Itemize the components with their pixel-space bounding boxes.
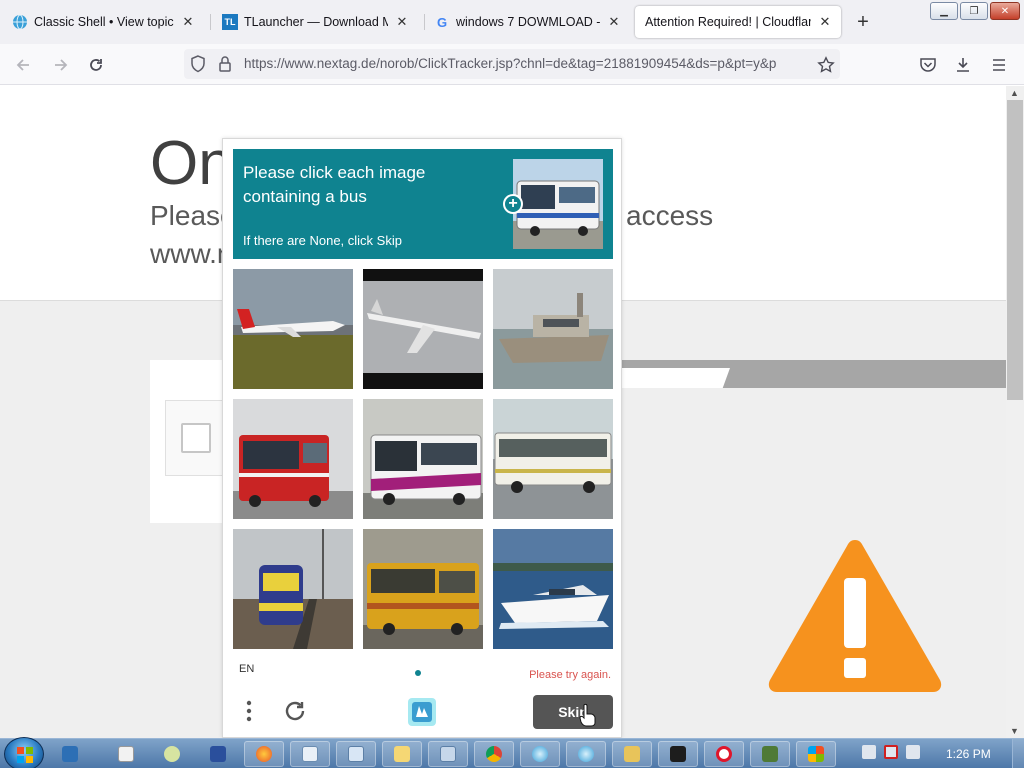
- tab-tlauncher[interactable]: TL TLauncher — Download Min ✕: [214, 6, 418, 38]
- more-options-icon[interactable]: [239, 697, 259, 725]
- tab-cloudflare[interactable]: Attention Required! | Cloudflare ✕: [635, 6, 841, 38]
- tlauncher-icon: TL: [222, 14, 238, 30]
- page-indicator-dot: [415, 670, 421, 676]
- close-tab-icon[interactable]: ✕: [606, 14, 622, 30]
- start-button[interactable]: [4, 737, 44, 768]
- captcha-checkbox[interactable]: [181, 423, 211, 453]
- powershell-taskbar-icon[interactable]: [198, 741, 238, 767]
- tab-title: TLauncher — Download Min: [244, 15, 388, 29]
- firefox-taskbar-icon[interactable]: [244, 741, 284, 767]
- refresh-challenge-icon[interactable]: [283, 699, 307, 723]
- document-taskbar-icon[interactable]: [336, 741, 376, 767]
- url-text: https://www.nextag.de/norob/ClickTracker…: [244, 56, 777, 71]
- address-bar[interactable]: https://www.nextag.de/norob/ClickTracker…: [184, 49, 840, 79]
- app-taskbar-icon[interactable]: [428, 741, 468, 767]
- error-message: Please try again.: [529, 669, 611, 681]
- show-desktop-taskbar-icon[interactable]: [50, 741, 90, 767]
- pocket-icon[interactable]: [917, 54, 939, 76]
- close-window-button[interactable]: ✕: [990, 2, 1020, 20]
- action-center-icon[interactable]: [862, 745, 876, 759]
- prompt-subtitle: If there are None, click Skip: [243, 233, 402, 248]
- hand-cursor-icon: [579, 703, 597, 727]
- close-tab-icon[interactable]: ✕: [180, 14, 196, 30]
- maximize-button[interactable]: ❐: [960, 2, 988, 20]
- hcaptcha-logo-icon[interactable]: [405, 695, 439, 729]
- tab-bar: Classic Shell • View topic - St ✕ TL TLa…: [0, 0, 1024, 44]
- bookmark-star-icon[interactable]: [815, 54, 837, 76]
- motorboat-image[interactable]: [493, 529, 613, 649]
- skip-button[interactable]: Skip: [533, 695, 613, 729]
- minimize-button[interactable]: ▁: [930, 2, 958, 20]
- scroll-down-arrow-icon[interactable]: ▼: [1010, 726, 1019, 736]
- minecraft-taskbar-icon[interactable]: [750, 741, 790, 767]
- windows-taskbar-icon[interactable]: [796, 741, 836, 767]
- challenge-prompt: Please click each image containing a bus…: [233, 149, 613, 259]
- folder-taskbar-icon[interactable]: [382, 741, 422, 767]
- warning-icon: [768, 540, 942, 692]
- vertical-scrollbar[interactable]: ▲ ▼: [1006, 86, 1024, 738]
- network-icon[interactable]: [884, 745, 898, 759]
- tab-classic-shell[interactable]: Classic Shell • View topic - St ✕: [4, 6, 204, 38]
- close-tab-icon[interactable]: ✕: [394, 14, 410, 30]
- taskbar: 1:26 PM: [0, 737, 1024, 768]
- system-tray: [862, 745, 920, 759]
- example-bus-image[interactable]: [513, 159, 603, 249]
- tab-google-search[interactable]: G windows 7 DOWMLOAD - Go ✕: [426, 6, 630, 38]
- opera-taskbar-icon[interactable]: [704, 741, 744, 767]
- close-tab-icon[interactable]: ✕: [817, 14, 833, 30]
- site-domain: www.n: [150, 238, 233, 269]
- airplane-flying-image[interactable]: [363, 269, 483, 389]
- taskbar-clock[interactable]: 1:26 PM: [946, 747, 991, 761]
- hamburger-menu-icon[interactable]: [988, 54, 1010, 76]
- new-tab-button[interactable]: +: [852, 12, 874, 34]
- shield-icon[interactable]: [190, 55, 206, 78]
- scrollbar-thumb[interactable]: [1007, 100, 1023, 400]
- captcha-challenge-dialog: Please click each image containing a bus…: [222, 138, 622, 738]
- volume-icon[interactable]: [906, 745, 920, 759]
- app-taskbar-icon[interactable]: [106, 741, 146, 767]
- show-desktop-button[interactable]: [1012, 739, 1024, 768]
- google-icon: G: [436, 14, 448, 30]
- tab-title: windows 7 DOWMLOAD - Go: [456, 15, 600, 29]
- reload-icon[interactable]: [85, 54, 107, 76]
- tab-title: Attention Required! | Cloudflare: [645, 15, 811, 29]
- navigation-bar: https://www.nextag.de/norob/ClickTracker…: [0, 44, 1024, 85]
- tab-title: Classic Shell • View topic - St: [34, 15, 174, 29]
- globe-icon: [12, 14, 28, 30]
- boat-dock-image[interactable]: [493, 269, 613, 389]
- page-title: On: [150, 129, 233, 198]
- classic-shell-taskbar-icon[interactable]: [566, 741, 606, 767]
- prompt-title: Please click each image containing a bus: [243, 163, 426, 206]
- airplane-runway-image[interactable]: [233, 269, 353, 389]
- classic-shell-taskbar-icon[interactable]: [520, 741, 560, 767]
- train-image[interactable]: [233, 529, 353, 649]
- white-bus-side-image[interactable]: [493, 399, 613, 519]
- lock-icon[interactable]: [218, 55, 232, 78]
- window-controls: ▁ ❐ ✕: [930, 2, 1020, 20]
- 7zip-taskbar-icon[interactable]: [658, 741, 698, 767]
- app-taskbar-icon[interactable]: [152, 741, 192, 767]
- white-bus-image[interactable]: [363, 399, 483, 519]
- page-subtitle-end: access: [626, 200, 714, 231]
- back-arrow-icon[interactable]: [12, 54, 34, 76]
- decorative-bar-notch: [614, 368, 730, 388]
- yellow-bus-image[interactable]: [363, 529, 483, 649]
- notepad-taskbar-icon[interactable]: [290, 741, 330, 767]
- chrome-taskbar-icon[interactable]: [474, 741, 514, 767]
- scroll-up-arrow-icon[interactable]: ▲: [1010, 88, 1019, 98]
- downloads-icon[interactable]: [952, 54, 974, 76]
- language-selector[interactable]: EN: [239, 663, 254, 675]
- forward-arrow-icon[interactable]: [50, 54, 72, 76]
- expand-example-icon[interactable]: +: [503, 194, 523, 214]
- red-bus-image[interactable]: [233, 399, 353, 519]
- explorer-taskbar-icon[interactable]: [612, 741, 652, 767]
